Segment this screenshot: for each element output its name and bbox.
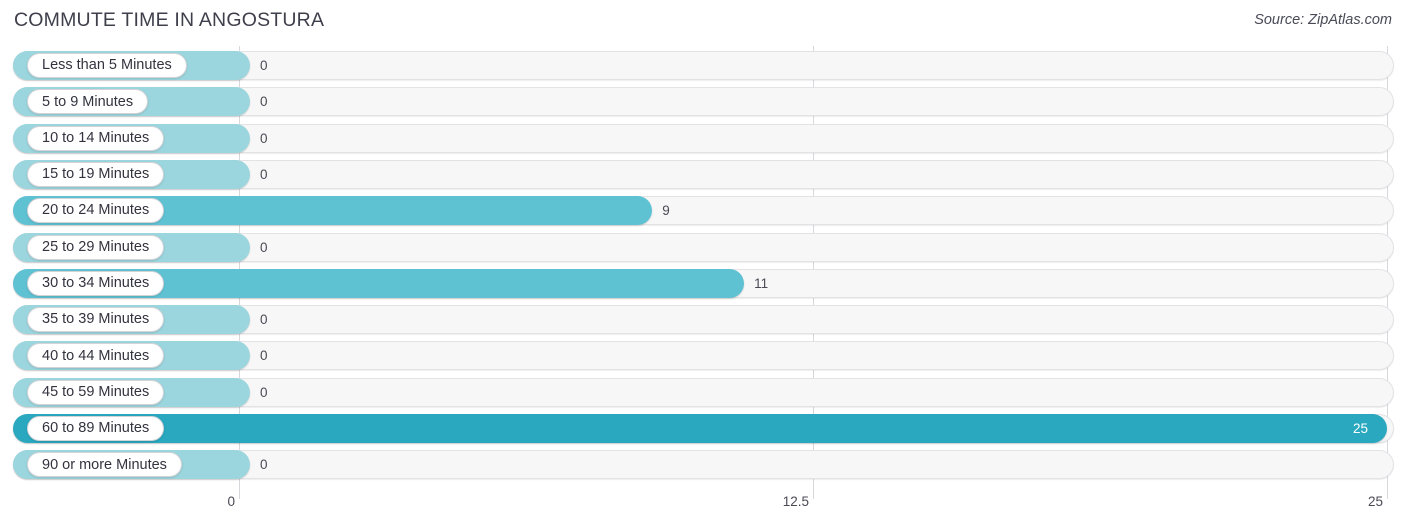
bar-row[interactable]: 15 to 19 Minutes 0 <box>13 159 1394 189</box>
bar-label-capsule: 20 to 24 Minutes <box>27 198 165 224</box>
chart-bar-rows: Less than 5 Minutes 0 5 to 9 Minutes 0 10 to… <box>0 46 1406 486</box>
bar-value-label: 9 <box>662 203 670 219</box>
bar-row[interactable]: 20 to 24 Minutes 9 <box>13 196 1394 226</box>
bar-label-capsule: 35 to 39 Minutes <box>27 307 165 333</box>
chart-header: COMMUTE TIME IN ANGOSTURA Source: ZipAtl… <box>0 0 1406 44</box>
bar-category-label: 30 to 34 Minutes <box>42 275 150 292</box>
bar-category-label: 15 to 19 Minutes <box>42 166 150 183</box>
bar-value-label: 0 <box>260 130 268 146</box>
bar-category-label: 60 to 89 Minutes <box>42 420 150 437</box>
bar-value-label: 0 <box>260 348 268 364</box>
bar-label-capsule: 60 to 89 Minutes <box>27 416 165 441</box>
bar-label-capsule: 15 to 19 Minutes <box>27 161 165 187</box>
bar-value-label: 0 <box>260 384 268 400</box>
bar-label-capsule: 10 to 14 Minutes <box>27 125 165 151</box>
bar-row[interactable]: 40 to 44 Minutes 0 <box>13 341 1394 371</box>
axis-tick-label: 12.5 <box>782 494 809 509</box>
bar-label-capsule: Less than 5 Minutes <box>27 53 187 78</box>
bar-value-label: 11 <box>754 275 769 291</box>
bar-value-label: 25 <box>1353 421 1369 436</box>
bar-value-label: 0 <box>260 312 268 328</box>
bar-row[interactable]: 45 to 59 Minutes 0 <box>13 377 1394 407</box>
bar-label-capsule: 25 to 29 Minutes <box>27 234 165 260</box>
bar-category-label: 5 to 9 Minutes <box>42 93 134 110</box>
bar-value-label: 0 <box>260 166 268 182</box>
source-attribution: Source: ZipAtlas.com <box>1254 12 1392 28</box>
bar-row[interactable]: 30 to 34 Minutes 11 <box>13 268 1394 298</box>
axis-tick-mark <box>1387 486 1388 499</box>
bar-row[interactable]: 10 to 14 Minutes 0 <box>13 123 1394 153</box>
bar-label-capsule: 40 to 44 Minutes <box>27 343 165 369</box>
bar-row[interactable]: 25 to 29 Minutes 0 <box>13 232 1394 262</box>
chart-plot-area: Less than 5 Minutes 0 5 to 9 Minutes 0 10 to… <box>0 46 1406 486</box>
bar-value-label: 0 <box>260 58 268 73</box>
bar-category-label: 45 to 59 Minutes <box>42 383 150 400</box>
bar-category-label: 20 to 24 Minutes <box>42 202 150 219</box>
axis-tick-mark <box>239 486 240 499</box>
page-title: COMMUTE TIME IN ANGOSTURA <box>14 9 325 31</box>
bar-row[interactable]: 35 to 39 Minutes 0 <box>13 305 1394 335</box>
bar-value-label: 0 <box>260 457 268 473</box>
bar-label-capsule: 5 to 9 Minutes <box>27 89 149 115</box>
axis-tick-label: 25 <box>1367 494 1383 509</box>
bar-row[interactable]: 90 or more Minutes 0 <box>13 450 1394 480</box>
bar-category-label: 90 or more Minutes <box>42 456 167 473</box>
axis-tick-mark <box>813 486 814 499</box>
bar-value-label: 0 <box>260 94 268 110</box>
bar-row[interactable]: Less than 5 Minutes 0 <box>13 51 1394 80</box>
bar-category-label: 40 to 44 Minutes <box>42 347 150 364</box>
bar-fill[interactable] <box>13 414 1387 443</box>
bar-row[interactable]: 60 to 89 Minutes 25 <box>13 414 1394 443</box>
bar-category-label: 25 to 29 Minutes <box>42 238 150 255</box>
bar-category-label: 10 to 14 Minutes <box>42 129 150 146</box>
bar-label-capsule: 90 or more Minutes <box>27 452 182 478</box>
bar-label-capsule: 45 to 59 Minutes <box>27 379 165 405</box>
chart-x-axis: 0 12.5 25 <box>0 486 1406 522</box>
bar-value-label: 0 <box>260 239 268 255</box>
bar-category-label: Less than 5 Minutes <box>42 57 172 74</box>
axis-tick-label: 0 <box>227 494 235 509</box>
bar-category-label: 35 to 39 Minutes <box>42 311 150 328</box>
bar-row[interactable]: 5 to 9 Minutes 0 <box>13 87 1394 117</box>
bar-label-capsule: 30 to 34 Minutes <box>27 270 165 296</box>
